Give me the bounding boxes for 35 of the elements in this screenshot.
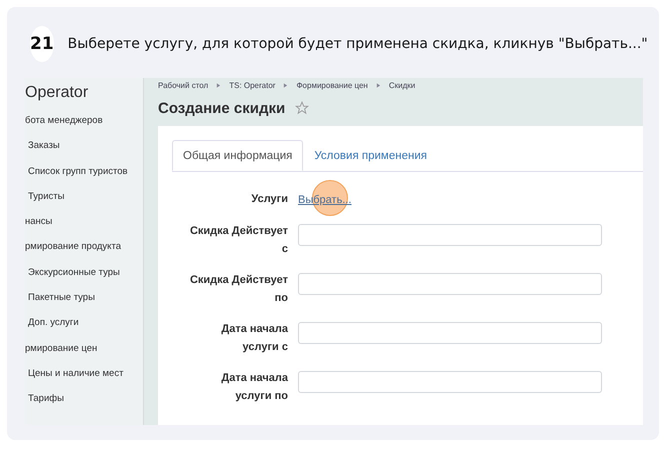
field-label: Скидка Действует по <box>188 273 288 306</box>
input-field[interactable] <box>298 371 602 393</box>
tab[interactable]: Общая информация <box>172 140 304 171</box>
field-label: Дата начала услуги по <box>220 371 288 404</box>
step-instruction: Выберете услугу, для которой будет применена скидка, кликнув "Выбрать..." <box>68 36 648 52</box>
sidebar-item[interactable]: Экскурсионные туры <box>25 260 143 286</box>
tab[interactable]: Условия применения <box>303 140 438 171</box>
sidebar-item[interactable]: Доп. услуги <box>25 310 143 336</box>
sidebar-item[interactable]: Заказы <box>25 133 143 159</box>
field-label: Услуги <box>250 192 288 207</box>
breadcrumb-link[interactable]: Формирование цен <box>296 80 368 90</box>
step-number: 21 <box>30 26 54 62</box>
sidebar-group[interactable]: нансы <box>25 209 143 234</box>
sidebar-item[interactable]: Туристы <box>25 184 143 210</box>
sidebar-title: Operator <box>25 83 90 103</box>
sidebar-item[interactable]: Пакетные туры <box>25 285 143 310</box>
sidebar-group[interactable]: рмирование продукта <box>25 234 143 260</box>
field-label: Скидка Действует с <box>188 224 288 257</box>
sidebar-item[interactable]: Тарифы <box>25 386 143 412</box>
chevron-icon <box>376 82 381 88</box>
field-label: Дата начала услуги с <box>220 322 288 355</box>
sidebar-item[interactable]: Цены и наличие мест <box>25 360 143 386</box>
breadcrumb-link[interactable]: Рабочий стол <box>158 80 208 90</box>
breadcrumb-link[interactable]: TS: Operator <box>229 80 276 90</box>
sidebar-group[interactable]: бота менеджеров <box>25 108 143 134</box>
input-field[interactable] <box>298 224 602 246</box>
input-field[interactable] <box>298 322 602 344</box>
page-title: Создание скидки <box>158 100 286 116</box>
breadcrumb-link[interactable]: Скидки <box>388 80 416 90</box>
input-field[interactable] <box>298 273 602 295</box>
chevron-icon <box>216 82 222 88</box>
sidebar-item[interactable]: Список групп туристов <box>25 158 143 184</box>
sidebar-group[interactable]: рмирование цен <box>25 336 143 361</box>
star-icon[interactable] <box>295 101 310 115</box>
chevron-icon <box>283 82 288 88</box>
